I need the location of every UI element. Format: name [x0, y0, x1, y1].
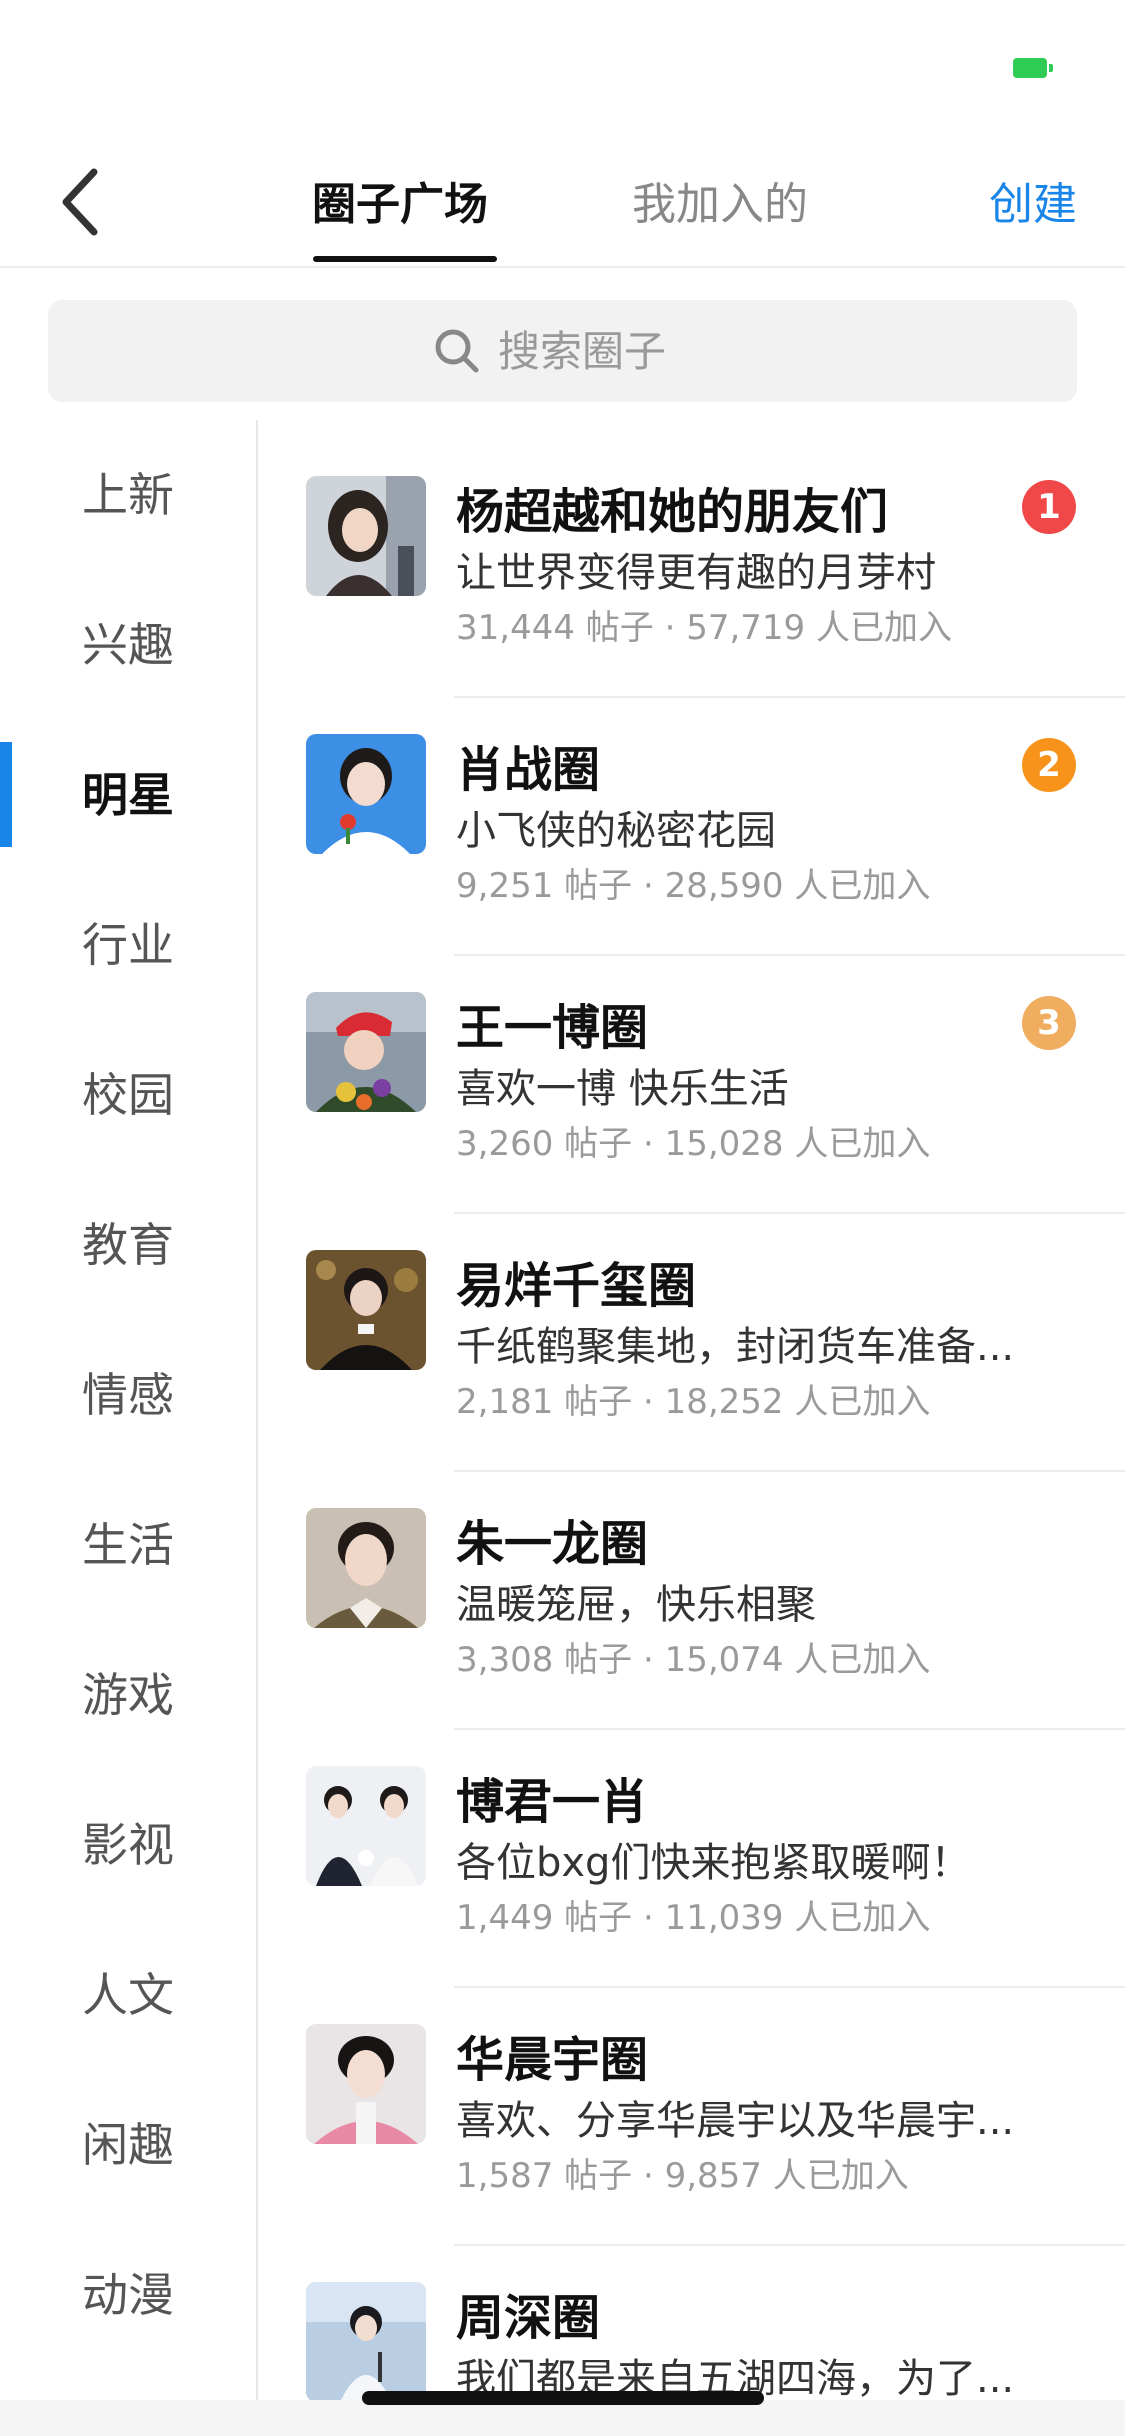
category-item-leisure[interactable]: 闲趣: [0, 2095, 256, 2195]
category-item-campus[interactable]: 校园: [0, 1045, 256, 1145]
category-item-film[interactable]: 影视: [0, 1795, 256, 1895]
circle-description: 温暖笼屉，快乐相聚: [456, 1582, 816, 1628]
search-bar[interactable]: [48, 300, 1077, 402]
circle-description: 喜欢、分享华晨宇以及华晨宇...: [456, 2098, 1015, 2144]
category-item-interest[interactable]: 兴趣: [0, 595, 256, 695]
circle-description: 各位bxg们快来抱紧取暖啊！: [456, 1840, 971, 1886]
circle-stats: 3,260 帖子 · 15,028 人已加入: [456, 1124, 931, 1164]
list-item[interactable]: 朱一龙圈 温暖笼屉，快乐相聚 3,308 帖子 · 15,074 人已加入: [258, 1472, 1125, 1730]
avatar: [306, 734, 426, 854]
circle-stats: 31,444 帖子 · 57,719 人已加入: [456, 608, 952, 648]
bottom-bar: [0, 2400, 1125, 2436]
circle-name: 华晨宇圈: [456, 2032, 649, 2088]
avatar: [306, 1766, 426, 1886]
rank-badge: 2: [1022, 738, 1076, 792]
category-item-emotion[interactable]: 情感: [0, 1345, 256, 1445]
avatar: [306, 1250, 426, 1370]
list-item[interactable]: 易烊千玺圈 千纸鹤聚集地，封闭货车准备... 2,181 帖子 · 18,252…: [258, 1214, 1125, 1472]
circle-description: 让世界变得更有趣的月芽村: [456, 550, 936, 596]
status-bar: [0, 0, 1125, 140]
circle-name: 博君一肖: [456, 1774, 649, 1830]
circle-name: 易烊千玺圈: [456, 1258, 697, 1314]
tab-circle-plaza[interactable]: 圈子广场: [300, 168, 500, 266]
battery-icon: [1013, 58, 1053, 78]
circle-name: 杨超越和她的朋友们: [456, 484, 889, 540]
circle-stats: 1,449 帖子 · 11,039 人已加入: [456, 1898, 931, 1938]
list-item[interactable]: 博君一肖 各位bxg们快来抱紧取暖啊！ 1,449 帖子 · 11,039 人已…: [258, 1730, 1125, 1988]
back-button[interactable]: [50, 162, 120, 242]
active-tab-indicator: [313, 256, 497, 262]
avatar: [306, 476, 426, 596]
category-item-industry[interactable]: 行业: [0, 895, 256, 995]
circle-description: 千纸鹤聚集地，封闭货车准备...: [456, 1324, 1015, 1370]
chevron-left-icon: [62, 168, 98, 236]
avatar: [306, 2282, 426, 2400]
circle-name: 朱一龙圈: [456, 1516, 649, 1572]
search-input[interactable]: [498, 322, 918, 380]
circle-plaza-screen: 圈子广场 我加入的 创建 上新 兴趣 明星 行业 校园 教育 情感 生活 游戏 …: [0, 0, 1125, 2436]
circle-stats: 3,308 帖子 · 15,074 人已加入: [456, 1640, 931, 1680]
circle-description: 喜欢一博 快乐生活: [456, 1066, 789, 1112]
circle-name: 周深圈: [456, 2290, 601, 2346]
category-item-humanities[interactable]: 人文: [0, 1945, 256, 2045]
navigation-bar: 圈子广场 我加入的 创建: [0, 140, 1125, 268]
rank-badge: 1: [1022, 480, 1076, 534]
list-item[interactable]: 周深圈 我们都是来自五湖四海，为了...: [258, 2246, 1125, 2400]
category-item-new[interactable]: 上新: [0, 445, 256, 545]
rank-badge: 3: [1022, 996, 1076, 1050]
list-item[interactable]: 肖战圈 小飞侠的秘密花园 9,251 帖子 · 28,590 人已加入 2: [258, 698, 1125, 956]
circle-list: 杨超越和她的朋友们 让世界变得更有趣的月芽村 31,444 帖子 · 57,71…: [258, 420, 1125, 2400]
circle-description: 小飞侠的秘密花园: [456, 808, 776, 854]
category-item-education[interactable]: 教育: [0, 1195, 256, 1295]
list-item[interactable]: 华晨宇圈 喜欢、分享华晨宇以及华晨宇... 1,587 帖子 · 9,857 人…: [258, 1988, 1125, 2246]
category-item-anime[interactable]: 动漫: [0, 2245, 256, 2345]
tab-joined[interactable]: 我加入的: [610, 168, 830, 266]
category-sidebar: 上新 兴趣 明星 行业 校园 教育 情感 生活 游戏 影视 人文 闲趣 动漫: [0, 420, 258, 2400]
list-item[interactable]: 杨超越和她的朋友们 让世界变得更有趣的月芽村 31,444 帖子 · 57,71…: [258, 440, 1125, 698]
create-button[interactable]: 创建: [989, 168, 1077, 232]
avatar: [306, 992, 426, 1112]
circle-stats: 2,181 帖子 · 18,252 人已加入: [456, 1382, 931, 1422]
list-item[interactable]: 王一博圈 喜欢一博 快乐生活 3,260 帖子 · 15,028 人已加入 3: [258, 956, 1125, 1214]
circle-stats: 1,587 帖子 · 9,857 人已加入: [456, 2156, 909, 2196]
avatar: [306, 2024, 426, 2144]
circle-stats: 9,251 帖子 · 28,590 人已加入: [456, 866, 931, 906]
avatar: [306, 1508, 426, 1628]
category-item-games[interactable]: 游戏: [0, 1645, 256, 1745]
circle-name: 王一博圈: [456, 1000, 649, 1056]
search-icon: [435, 329, 479, 373]
category-item-stars[interactable]: 明星: [0, 745, 256, 845]
home-indicator[interactable]: [362, 2391, 764, 2405]
circle-name: 肖战圈: [456, 742, 601, 798]
category-item-life[interactable]: 生活: [0, 1495, 256, 1595]
